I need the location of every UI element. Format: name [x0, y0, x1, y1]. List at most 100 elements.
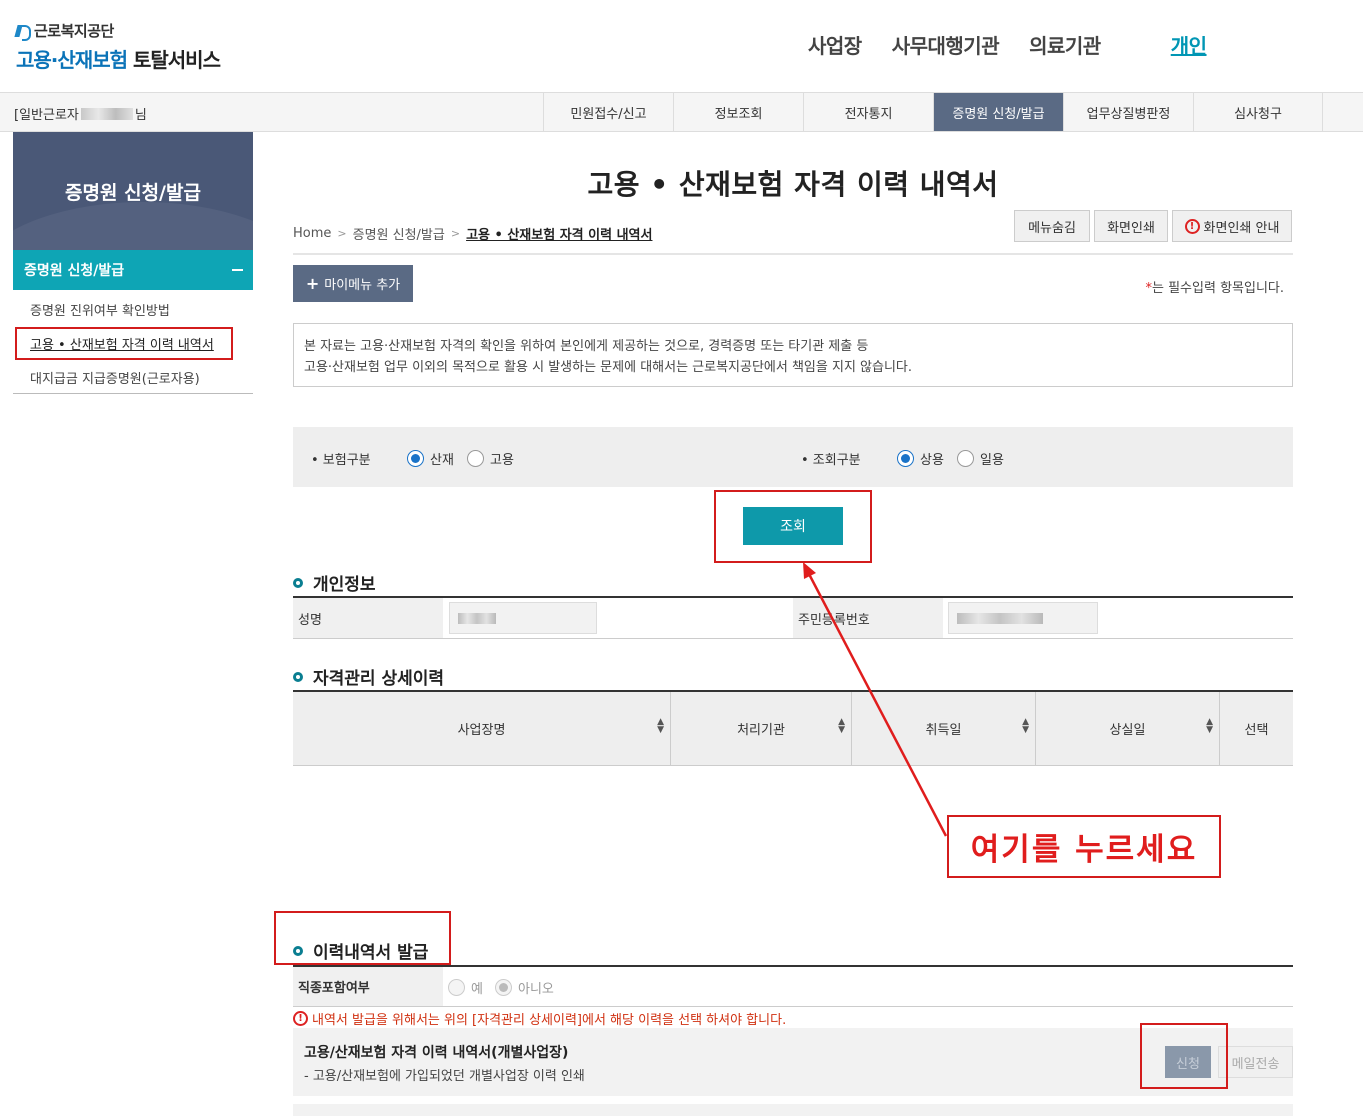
- column-header-agency[interactable]: 처리기관 ▲ ▼: [671, 692, 852, 765]
- issue-warning: ! 내역서 발급을 위해서는 위의 [자격관리 상세이력]에서 해당 이력을 선…: [293, 1009, 786, 1028]
- user-name-redacted: [80, 107, 133, 120]
- tab-certificate[interactable]: 증명원 신청/발급: [933, 93, 1063, 131]
- required-note: *는 필수입력 항목입니다.: [1146, 277, 1285, 296]
- top-nav-bar: [일반근로자 님 민원접수/신고 정보조회 전자통지 증명원 신청/발급 업무상…: [0, 92, 1363, 132]
- radio-checked-icon[interactable]: [897, 450, 914, 467]
- required-note-text: 는 필수입력 항목입니다.: [1152, 281, 1284, 296]
- breadcrumb-section[interactable]: 증명원 신청/발급: [353, 224, 445, 243]
- highlight-box-apply: [1140, 1023, 1228, 1089]
- sidebar-decoration: [13, 202, 253, 250]
- personal-info-row: 성명 주민등록번호: [293, 598, 1293, 639]
- add-mymenu-button[interactable]: + 마이메뉴 추가: [293, 265, 413, 302]
- highlight-box-sidebar: [15, 327, 233, 360]
- issue-warning-text: 내역서 발급을 위해서는 위의 [자격관리 상세이력]에서 해당 이력을 선택 …: [312, 1013, 787, 1028]
- rrn-redacted: [957, 612, 1043, 624]
- global-nav: 사업장 사무대행기관 의료기관 개인: [808, 30, 1237, 59]
- gnb-agency[interactable]: 사무대행기관: [892, 30, 1000, 59]
- sort-icon[interactable]: ▲ ▼: [838, 718, 845, 735]
- print-button[interactable]: 화면인쇄: [1094, 210, 1168, 242]
- column-header-select: 선택: [1220, 692, 1293, 765]
- column-label: 선택: [1244, 723, 1269, 738]
- rrn-field: [948, 602, 1098, 634]
- insurance-type-label: • 보험구분: [311, 453, 371, 468]
- highlight-box-issue: [274, 911, 451, 965]
- section-personal-info: 개인정보: [293, 570, 376, 595]
- add-mymenu-label: 마이메뉴 추가: [324, 278, 401, 293]
- sort-icon[interactable]: ▲ ▼: [657, 718, 664, 735]
- radio-label: 산재: [430, 453, 454, 468]
- site-header: 근로복지공단 고용·산재보험 토탈서비스 사업장 사무대행기관 의료기관 개인: [0, 0, 1363, 92]
- sidebar-item-verify[interactable]: 증명원 진위여부 확인방법: [30, 300, 170, 319]
- radio-job-yes[interactable]: 예: [448, 978, 483, 997]
- sort-icon[interactable]: ▲ ▼: [1206, 718, 1213, 735]
- sidebar-category[interactable]: 증명원 신청/발급: [13, 250, 253, 290]
- sidebar-title: 증명원 신청/발급: [65, 182, 201, 204]
- breadcrumb-current[interactable]: 고용 • 산재보험 자격 이력 내역서: [466, 224, 652, 243]
- column-header-acquired[interactable]: 취득일 ▲ ▼: [852, 692, 1036, 765]
- tab-civil-receipt[interactable]: 민원접수/신고: [543, 93, 673, 131]
- tab-e-notice[interactable]: 전자통지: [803, 93, 933, 131]
- rrn-label: 주민등록번호: [793, 598, 943, 638]
- sidebar-category-label: 증명원 신청/발급: [24, 263, 125, 279]
- mail-send-button[interactable]: 메일전송: [1218, 1046, 1293, 1078]
- breadcrumb-home[interactable]: Home: [293, 226, 331, 241]
- gnb-medical[interactable]: 의료기관: [1029, 30, 1101, 59]
- chevron-right-icon: >: [337, 227, 347, 240]
- column-label: 취득일: [925, 723, 962, 738]
- radio-label: 예: [471, 982, 483, 997]
- column-header-lost[interactable]: 상실일 ▲ ▼: [1036, 692, 1220, 765]
- radio-checked-icon[interactable]: [407, 450, 424, 467]
- notice-line: 고용·산재보험 업무 이외의 목적으로 활용 시 발생하는 문제에 대해서는 근…: [304, 360, 913, 375]
- highlight-box-query: [714, 490, 872, 563]
- column-label: 사업장명: [457, 723, 506, 738]
- tab-review-request[interactable]: 심사청구: [1193, 93, 1323, 131]
- plus-icon: +: [305, 274, 320, 293]
- search-panel: • 보험구분 산재 고용 • 조회구분 상용 일용: [293, 427, 1293, 487]
- radio-inquiry-regular[interactable]: 상용: [897, 449, 944, 468]
- radio-label: 고용: [490, 453, 514, 468]
- radio-insurance-goyong[interactable]: 고용: [467, 449, 514, 468]
- issue-doc-desc: - 고용/산재보험에 가입되었던 개별사업장 이력 인쇄: [304, 1069, 585, 1084]
- sort-icon[interactable]: ▲ ▼: [1022, 718, 1029, 735]
- logo-service-name: 고용·산재보험: [16, 48, 128, 72]
- job-option-label: 직종포함여부: [293, 967, 443, 1006]
- hide-menu-button[interactable]: 메뉴숨김: [1014, 210, 1090, 242]
- radio-insurance-sanjae[interactable]: 산재: [407, 449, 454, 468]
- tab-info-inquiry[interactable]: 정보조회: [673, 93, 803, 131]
- callout-annotation: 여기를 누르세요: [947, 815, 1221, 878]
- history-table-header: 사업장명 ▲ ▼ 처리기관 ▲ ▼ 취득일 ▲ ▼ 상실일 ▲ ▼ 선택: [293, 692, 1293, 766]
- radio-unchecked-icon[interactable]: [467, 450, 484, 467]
- notice-box: 본 자료는 고용·산재보험 자격의 확인을 위하여 본인에게 제공하는 것으로,…: [293, 323, 1293, 387]
- radio-label: 상용: [920, 453, 944, 468]
- notice-line: 본 자료는 고용·산재보험 자격의 확인을 위하여 본인에게 제공하는 것으로,…: [304, 339, 869, 354]
- chevron-right-icon: >: [450, 227, 461, 240]
- sidebar-item-payment-cert[interactable]: 대지급금 지급증명원(근로자용): [30, 368, 200, 387]
- section-title-text: 자격관리 상세이력: [313, 669, 445, 689]
- next-row-strip: [293, 1104, 1293, 1116]
- radio-job-no[interactable]: 아니오: [495, 978, 554, 997]
- name-redacted: [458, 612, 496, 624]
- column-label: 상실일: [1109, 723, 1146, 738]
- user-greeting: [일반근로자 님: [14, 104, 147, 123]
- site-logo[interactable]: 근로복지공단 고용·산재보험 토탈서비스: [16, 20, 221, 73]
- logo-service-suffix: 토탈서비스: [132, 48, 221, 72]
- breadcrumb: Home > 증명원 신청/발급 > 고용 • 산재보험 자격 이력 내역서: [293, 224, 652, 243]
- name-label: 성명: [293, 598, 443, 638]
- user-suffix: 님: [134, 108, 147, 123]
- logo-org-name: 근로복지공단: [34, 22, 114, 40]
- radio-unchecked-icon[interactable]: [448, 979, 465, 996]
- divider: [293, 253, 1293, 255]
- radio-inquiry-daily[interactable]: 일용: [957, 449, 1004, 468]
- radio-label: 아니오: [518, 982, 554, 997]
- column-header-workplace[interactable]: 사업장명 ▲ ▼: [293, 692, 671, 765]
- print-guide-button[interactable]: ! 화면인쇄 안내: [1172, 210, 1292, 242]
- radio-checked-icon[interactable]: [495, 979, 512, 996]
- print-guide-label: 화면인쇄 안내: [1203, 220, 1280, 236]
- nav-tabs: 민원접수/신고 정보조회 전자통지 증명원 신청/발급 업무상질병판정 심사청구: [543, 93, 1323, 131]
- collapse-icon[interactable]: [232, 269, 243, 271]
- gnb-workplace[interactable]: 사업장: [808, 30, 862, 59]
- gnb-individual[interactable]: 개인: [1171, 30, 1207, 59]
- logo-mark-icon: [16, 24, 31, 41]
- tab-disease-judgment[interactable]: 업무상질병판정: [1063, 93, 1193, 131]
- radio-unchecked-icon[interactable]: [957, 450, 974, 467]
